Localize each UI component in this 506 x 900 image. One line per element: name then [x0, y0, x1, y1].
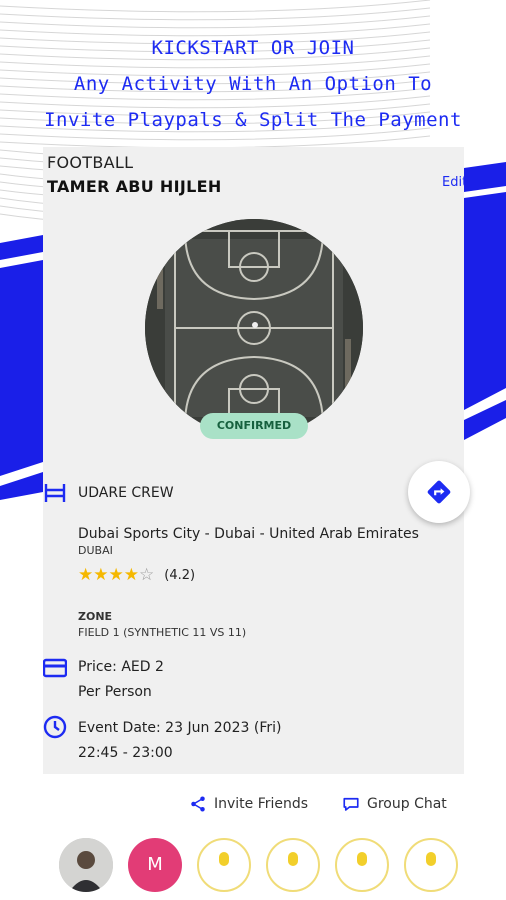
clock-icon: [43, 715, 67, 739]
zone-label: ZONE: [78, 610, 113, 623]
venue-name: UDARE CREW: [78, 485, 174, 501]
group-chat-label: Group Chat: [367, 796, 447, 812]
invite-slot[interactable]: [197, 838, 251, 892]
invite-slot[interactable]: [404, 838, 458, 892]
invite-slot[interactable]: [335, 838, 389, 892]
price-text: Price: AED 2: [78, 659, 164, 675]
invite-friends-label: Invite Friends: [214, 796, 309, 812]
status-badge: CONFIRMED: [200, 413, 308, 439]
booking-card: FOOTBALL TAMER ABU HIJLEH Edit CONFIRMED: [43, 147, 464, 774]
person-placeholder-icon: [357, 852, 367, 866]
promo-headline: KICKSTART OR JOIN Any Activity With An O…: [0, 30, 506, 138]
court-illustration: [145, 219, 363, 437]
group-chat-button[interactable]: Group Chat: [342, 795, 447, 813]
invite-slot[interactable]: [266, 838, 320, 892]
action-bar: Invite Friends Group Chat: [0, 795, 506, 819]
zone-value: FIELD 1 (SYNTHETIC 11 VS 11): [78, 626, 247, 639]
rating-value: (4.2): [164, 568, 196, 583]
star-empty-icon: ☆: [139, 565, 155, 585]
headline-line-3: Invite Playpals & Split The Payment: [44, 109, 462, 131]
edit-link[interactable]: Edit: [442, 175, 464, 190]
headline-line-2: Any Activity With An Option To: [73, 73, 433, 95]
venue-rating: ★ ★ ★ ★ ☆ (4.2): [78, 567, 195, 584]
star-icon: ★: [108, 565, 124, 585]
venue-photo: [145, 219, 363, 437]
headline-line-1: KICKSTART OR JOIN: [151, 37, 355, 59]
directions-icon: [427, 480, 451, 504]
event-date: Event Date: 23 Jun 2023 (Fri): [78, 720, 282, 736]
price-card-icon: [43, 658, 67, 678]
share-icon: [191, 796, 205, 812]
participant-avatar-initial[interactable]: M: [128, 838, 182, 892]
person-placeholder-icon: [288, 852, 298, 866]
sport-label: FOOTBALL: [47, 153, 134, 172]
invite-friends-button[interactable]: Invite Friends: [189, 795, 308, 813]
participants-row: M: [0, 838, 506, 900]
person-placeholder-icon: [426, 852, 436, 866]
venue-icon: [44, 484, 66, 502]
venue-city: DUBAI: [78, 544, 113, 557]
event-time: 22:45 - 23:00: [78, 745, 173, 761]
chat-icon: [343, 797, 359, 811]
star-icon: ★: [78, 565, 94, 585]
directions-button[interactable]: [408, 461, 470, 523]
price-unit: Per Person: [78, 684, 152, 700]
venue-address: Dubai Sports City - Dubai - United Arab …: [78, 526, 419, 542]
organizer-name: TAMER ABU HIJLEH: [47, 177, 222, 196]
participant-avatar[interactable]: [59, 838, 113, 892]
star-icon: ★: [93, 565, 109, 585]
avatar-photo: [59, 838, 113, 892]
star-icon: ★: [123, 565, 139, 585]
person-placeholder-icon: [219, 852, 229, 866]
